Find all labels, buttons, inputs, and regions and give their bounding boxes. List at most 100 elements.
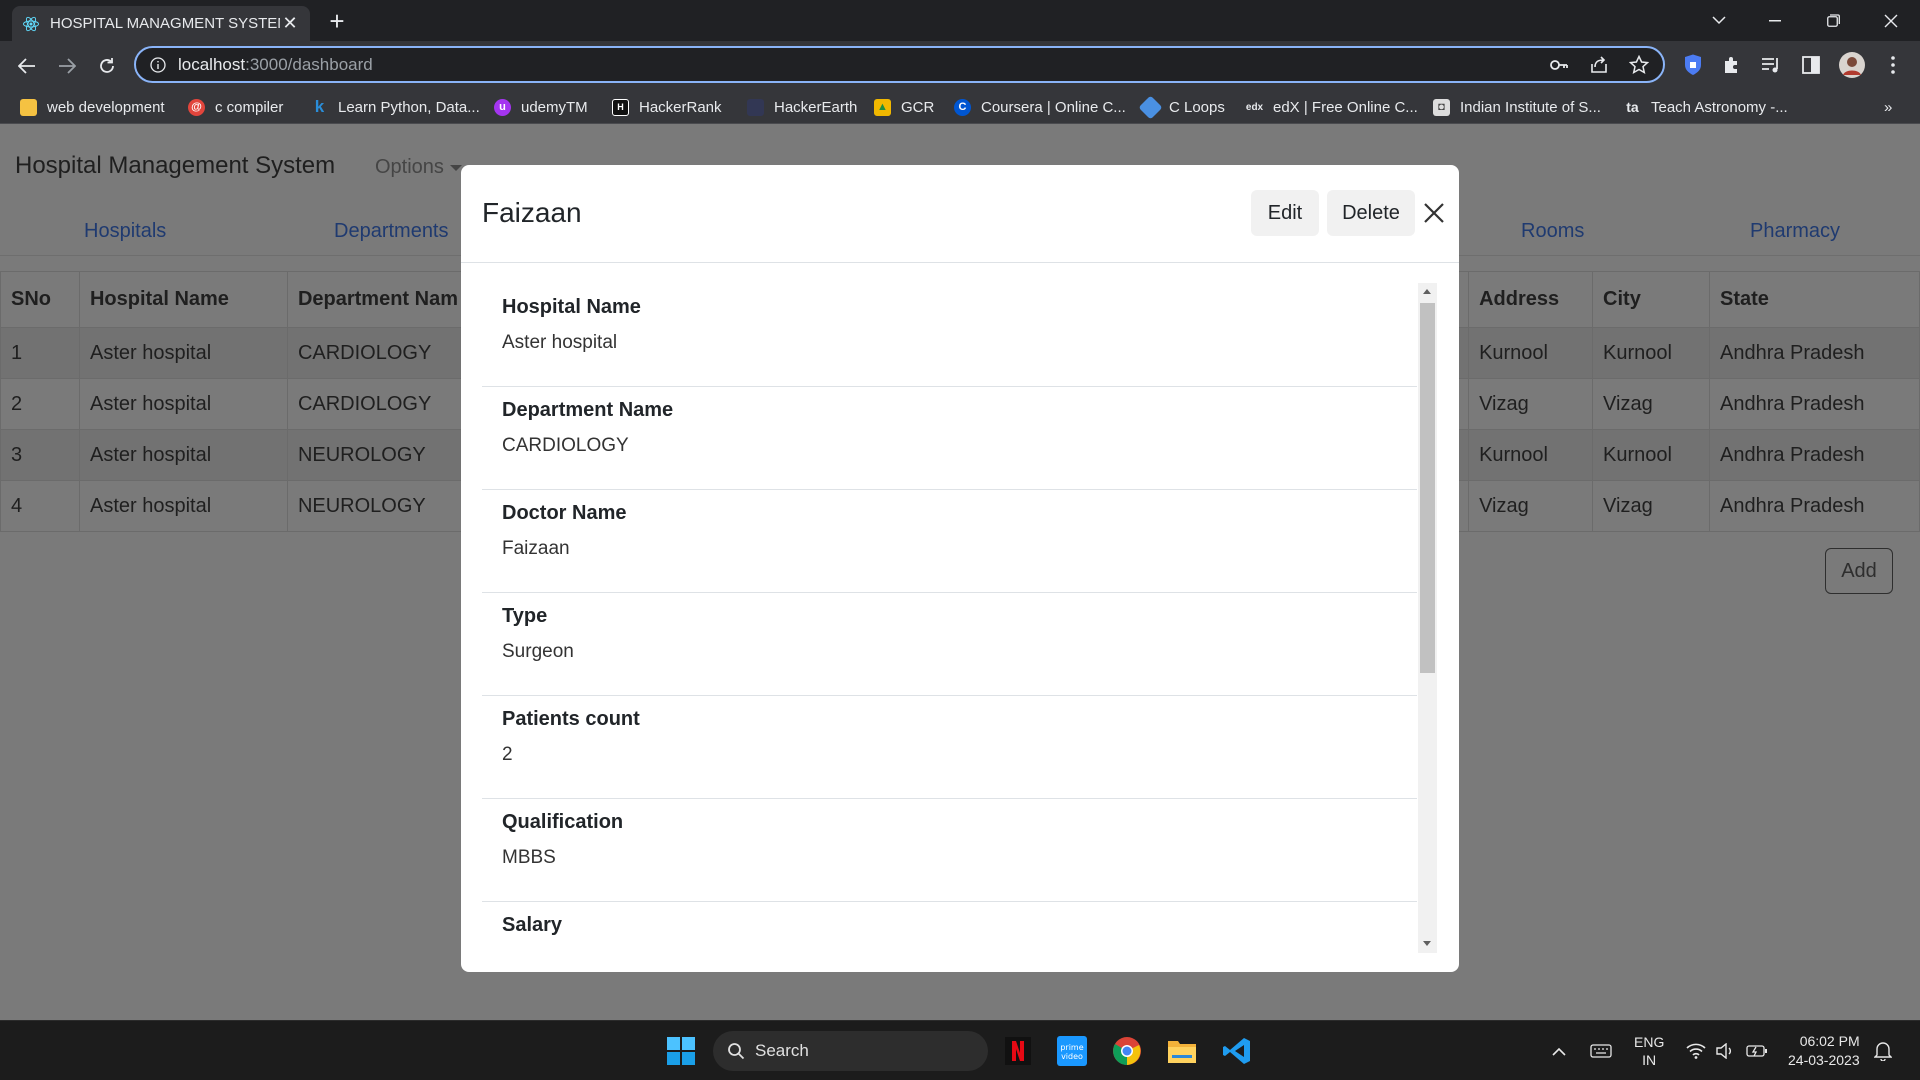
restore-icon[interactable] — [1810, 0, 1856, 41]
bookmark-item[interactable]: ◘ Indian Institute of S... — [1433, 97, 1601, 117]
nav-departments[interactable]: Departments — [334, 220, 449, 243]
forward-icon[interactable] — [52, 51, 82, 81]
side-panel-icon[interactable] — [1798, 52, 1824, 78]
tab-title: HOSPITAL MANAGMENT SYSTEM — [50, 15, 280, 32]
field-label: Salary — [502, 914, 563, 936]
bookmark-item[interactable]: HackerEarth — [747, 97, 857, 117]
tab-search-icon[interactable] — [1696, 0, 1742, 41]
scroll-down-arrow-icon[interactable] — [1423, 941, 1431, 946]
vscode-icon[interactable] — [1221, 1035, 1253, 1067]
modal-scrollbar[interactable] — [1418, 283, 1437, 953]
browser-toolbar: localhost:3000/dashboard — [0, 41, 1920, 89]
reload-icon[interactable] — [92, 51, 122, 81]
notification-bell-icon[interactable] — [1874, 1021, 1892, 1080]
nav-hospitals[interactable]: Hospitals — [84, 220, 166, 243]
bookmark-item[interactable]: C Coursera | Online C... — [954, 97, 1126, 117]
file-explorer-icon[interactable] — [1166, 1035, 1198, 1067]
field-label: Department Name — [502, 399, 674, 421]
iisc-icon: ◘ — [1433, 98, 1450, 116]
close-window-icon[interactable] — [1868, 0, 1914, 41]
svg-text:video: video — [1061, 1052, 1083, 1061]
volume-icon[interactable] — [1716, 1021, 1734, 1080]
modal-header: Faizaan Edit Delete — [461, 165, 1459, 263]
share-icon[interactable] — [1589, 55, 1609, 80]
options-dropdown[interactable]: Options — [375, 156, 462, 179]
field-hospital-name: Hospital Name Aster hospital — [482, 284, 1417, 387]
cell: 1 — [0, 327, 80, 379]
profile-avatar[interactable] — [1839, 52, 1865, 78]
browser-menu-icon[interactable] — [1880, 52, 1906, 78]
browser-tab[interactable]: HOSPITAL MANAGMENT SYSTEM ✕ — [12, 6, 310, 41]
bookmark-item[interactable]: ta Teach Astronomy -... — [1624, 97, 1787, 117]
site-info-icon[interactable] — [150, 56, 166, 73]
wifi-icon[interactable] — [1686, 1021, 1706, 1080]
col-state: State — [1709, 271, 1920, 328]
language-indicator[interactable]: ENG IN — [1634, 1021, 1664, 1080]
prime-video-icon[interactable]: prime video — [1056, 1035, 1088, 1067]
show-hidden-icons[interactable] — [1552, 1021, 1566, 1080]
field-patients-count: Patients count 2 — [482, 696, 1417, 799]
key-icon[interactable] — [1549, 55, 1569, 80]
field-value: Aster hospital — [502, 332, 618, 353]
scrollbar-thumb[interactable] — [1420, 303, 1435, 673]
field-qualification: Qualification MBBS — [482, 799, 1417, 902]
field-value: Faizaan — [502, 538, 570, 559]
cell: Kurnool — [1468, 429, 1594, 481]
extensions-puzzle-icon[interactable] — [1719, 52, 1745, 78]
bookmark-item[interactable]: ▲ GCR — [874, 97, 934, 117]
netflix-icon[interactable] — [1002, 1035, 1034, 1067]
bookmark-item[interactable]: C Loops — [1138, 94, 1225, 120]
bookmark-item[interactable]: k Learn Python, Data... — [311, 97, 480, 117]
tab-close-icon[interactable]: ✕ — [280, 13, 300, 34]
k-icon: k — [314, 97, 325, 116]
cell: Kurnool — [1592, 429, 1710, 481]
doctor-details-modal: Faizaan Edit Delete Hospital Name Aster … — [461, 165, 1459, 972]
modal-body[interactable]: Hospital Name Aster hospital Department … — [482, 284, 1437, 954]
classroom-icon: ▲ — [874, 98, 891, 116]
more-bookmarks-label: » — [1884, 98, 1893, 116]
bookmark-item[interactable]: H HackerRank — [612, 97, 722, 117]
keyboard-icon[interactable] — [1590, 1021, 1612, 1080]
edx-icon: edx — [1245, 101, 1264, 113]
taskbar-search[interactable]: Search — [713, 1031, 988, 1071]
media-control-icon[interactable] — [1758, 52, 1784, 78]
battery-icon[interactable] — [1746, 1021, 1768, 1080]
edit-button[interactable]: Edit — [1251, 190, 1319, 236]
nav-rooms[interactable]: Rooms — [1521, 220, 1584, 243]
windows-start-icon[interactable] — [665, 1035, 697, 1067]
more-bookmarks-icon[interactable]: » — [1884, 97, 1892, 117]
bookmark-item[interactable]: u udemyTM — [494, 97, 588, 117]
bookmark-label: Learn Python, Data... — [338, 98, 480, 116]
col-sno: SNo — [0, 271, 80, 328]
bookmark-item[interactable]: @ c compiler — [188, 97, 283, 117]
bookmark-item[interactable]: edx edX | Free Online C... — [1246, 97, 1418, 117]
shield-extension-icon[interactable] — [1680, 52, 1706, 78]
chrome-icon[interactable] — [1111, 1035, 1143, 1067]
clock[interactable]: 06:02 PM 24-03-2023 — [1788, 1021, 1860, 1080]
field-value: Surgeon — [502, 641, 574, 662]
cell: 4 — [0, 480, 80, 532]
address-bar[interactable]: localhost:3000/dashboard — [134, 46, 1665, 83]
cell: Aster hospital — [78, 480, 288, 532]
scroll-up-arrow-icon[interactable] — [1423, 289, 1431, 294]
back-icon[interactable] — [12, 51, 42, 81]
field-value: CARDIOLOGY — [502, 435, 629, 456]
svg-text:prime: prime — [1060, 1043, 1083, 1052]
field-department-name: Department Name CARDIOLOGY — [482, 387, 1417, 490]
bookmark-label: Indian Institute of S... — [1460, 98, 1601, 116]
coursera-icon: C — [954, 98, 971, 116]
compiler-icon: @ — [188, 98, 205, 116]
field-label: Doctor Name — [502, 502, 627, 524]
delete-button[interactable]: Delete — [1327, 190, 1415, 236]
new-tab-icon[interactable]: + — [325, 8, 349, 34]
add-button[interactable]: Add — [1825, 548, 1893, 594]
app-brand[interactable]: Hospital Management System — [15, 152, 335, 180]
minimize-icon[interactable] — [1752, 0, 1798, 41]
nav-pharmacy[interactable]: Pharmacy — [1750, 220, 1840, 243]
bookmark-label: udemyTM — [521, 98, 588, 116]
bookmark-label: HackerEarth — [774, 98, 858, 116]
bookmark-item[interactable]: web development — [20, 97, 165, 117]
hackerrank-icon: H — [612, 98, 629, 116]
bookmark-star-icon[interactable] — [1628, 54, 1650, 80]
close-icon[interactable] — [1421, 200, 1447, 226]
